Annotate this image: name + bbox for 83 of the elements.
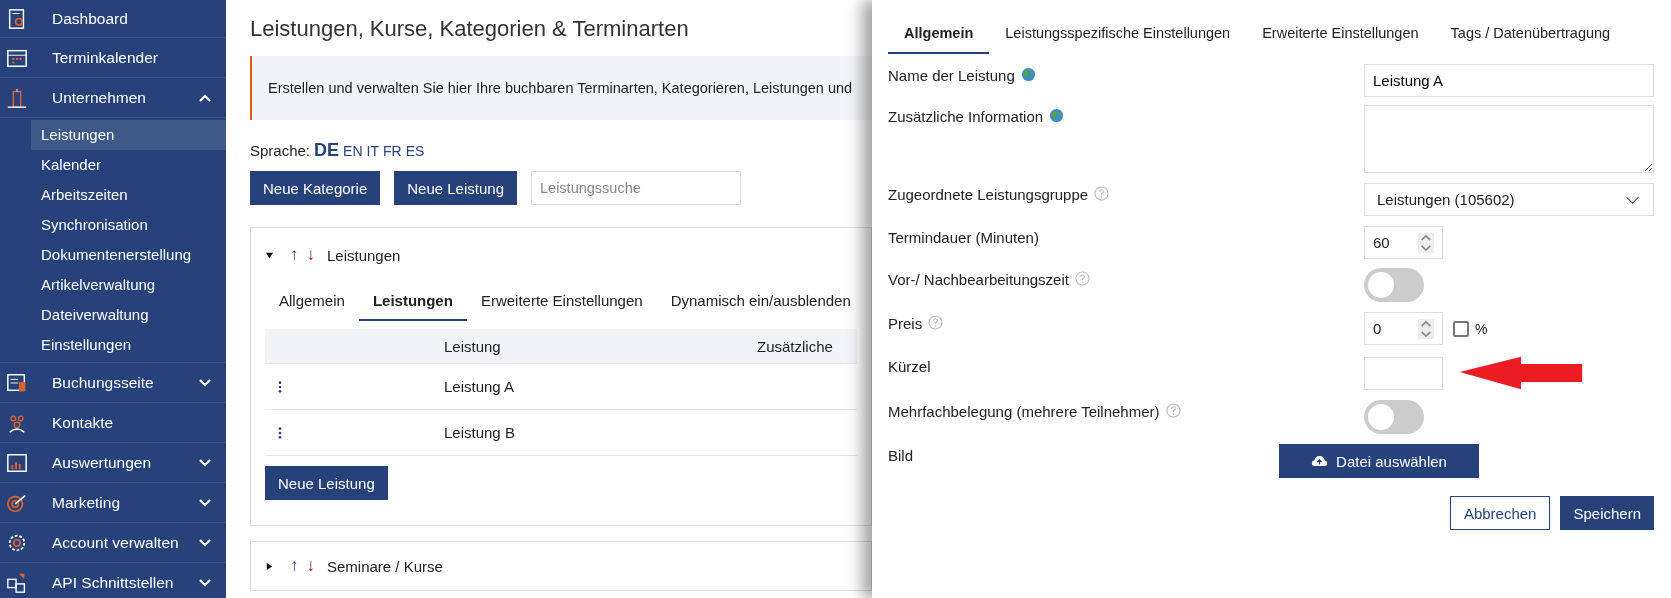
action-button[interactable]: Neue Kategorie [250, 171, 381, 205]
field-label: Preis [888, 315, 923, 332]
field-label: Zusätzliche Information [888, 108, 1044, 125]
action-button[interactable]: Neue Leistung [394, 171, 517, 205]
sidebar-item[interactable]: API Schnittstellen [0, 563, 226, 598]
info-banner: Erstellen und verwalten Sie hier Ihre buchbaren Terminarten, Kategorieren, Leistungen und [250, 56, 872, 120]
language-label: Sprache: [250, 142, 311, 159]
language-link[interactable]: IT [366, 143, 379, 159]
field-label: Bild [888, 447, 913, 464]
spinner-icon[interactable] [1418, 318, 1434, 339]
sidebar-item[interactable]: Kontakte [0, 403, 226, 443]
sidebar-item[interactable]: Buchungsseite [0, 363, 226, 403]
add-button[interactable]: Neue Leistung [265, 466, 388, 500]
section-title: Leistungen [327, 246, 401, 264]
more-icon[interactable] [278, 426, 282, 439]
checkbox-label: % [1475, 320, 1488, 337]
sidebar-item[interactable]: Auswertungen [0, 443, 226, 483]
expand-icon[interactable] [265, 561, 274, 571]
language-link[interactable]: FR [382, 143, 402, 159]
field-label: Mehrfachbelegung (mehrere Teilnehmer) [888, 403, 1160, 420]
tab[interactable]: Leistungsspezifische Einstellungen [989, 16, 1247, 54]
sidebar-item[interactable]: Dashboard [0, 0, 226, 38]
language-link[interactable]: ES [405, 143, 425, 159]
move-up-link[interactable]: ↑ [290, 245, 299, 265]
language-link[interactable]: EN [343, 143, 363, 159]
help-icon[interactable] [1074, 271, 1090, 286]
sidebar-subitem[interactable]: Synchronisation [31, 210, 226, 240]
language-link[interactable]: DE [314, 140, 340, 161]
text-field[interactable]: Leistung A [1364, 64, 1654, 97]
number-field[interactable]: 0 [1364, 312, 1443, 345]
checkbox[interactable] [1453, 320, 1469, 337]
sidebar-subitem[interactable]: Arbeitszeiten [31, 180, 226, 210]
field-label: Kürzel [888, 358, 931, 375]
table-cell-text: Leistung A [444, 378, 516, 395]
toggle-switch[interactable] [1364, 400, 1424, 434]
help-icon[interactable] [1094, 186, 1110, 201]
field-label: Termindauer (Minuten) [888, 229, 1039, 246]
search-field[interactable]: Leistungssuche [531, 171, 741, 205]
move-down-link[interactable]: ↓ [306, 556, 315, 576]
help-icon[interactable] [928, 315, 944, 330]
chart-icon [6, 451, 28, 474]
help-icon[interactable] [1165, 403, 1181, 418]
spinner-icon[interactable] [1418, 232, 1434, 253]
tab[interactable]: Tags / Datenübertragung [1434, 16, 1627, 54]
toggle-switch[interactable] [1364, 268, 1424, 302]
more-icon[interactable] [278, 380, 282, 393]
upload-button[interactable]: Datei auswählen [1279, 444, 1479, 478]
field-label: Zugeordnete Leistungsgruppe [888, 186, 1089, 203]
tab[interactable]: Allgemein [888, 16, 990, 54]
text-area[interactable] [1364, 105, 1654, 173]
sidebar-item[interactable]: Terminkalender [0, 38, 226, 78]
footer-button[interactable]: Speichern [1560, 496, 1654, 530]
sidebar-item[interactable]: Account verwalten [0, 523, 226, 563]
section-title: Seminare / Kurse [327, 557, 443, 575]
upload-icon [1311, 455, 1329, 467]
tab[interactable]: Leistungen [358, 284, 467, 321]
text-field[interactable] [1364, 356, 1443, 390]
move-up-link[interactable]: ↑ [290, 556, 299, 576]
layout-icon [6, 371, 28, 394]
tab[interactable]: Allgemein [265, 284, 359, 321]
dropdown[interactable]: Leistungen (105602) [1364, 183, 1654, 216]
sidebar-subitem[interactable]: Artikelverwaltung [31, 270, 226, 300]
move-down-link[interactable]: ↓ [306, 245, 315, 265]
sidebar-subitem[interactable]: Dokumentenerstellung [31, 240, 226, 270]
tab[interactable]: Erweiterte Einstellungen [466, 284, 657, 321]
table-cell-text: Leistung B [444, 424, 516, 441]
sidebar-item[interactable]: Unternehmen [0, 78, 226, 118]
building-icon [6, 86, 28, 109]
footer-button[interactable]: Abbrechen [1449, 496, 1551, 530]
number-field[interactable]: 60 [1364, 226, 1443, 259]
sidebar-subitem[interactable]: Einstellungen [31, 330, 226, 360]
column-header: Leistung [444, 337, 502, 355]
expand-icon[interactable] [265, 250, 274, 260]
tab[interactable]: Dynamisch ein/ausblenden [656, 284, 865, 321]
sidebar-subitem[interactable]: Kalender [31, 150, 226, 180]
page-title: Leistungen, Kurse, Kategorien & Terminarten [250, 16, 690, 42]
column-header: Zusätzliche [757, 337, 833, 355]
sidebar-subitem[interactable]: Leistungen [31, 120, 226, 150]
field-label: Vor-/ Nachbearbeitungszeit [888, 271, 1069, 288]
tab[interactable]: Erweiterte Einstellungen [1246, 16, 1435, 54]
sidebar-item[interactable]: Marketing [0, 483, 226, 523]
sidebar-subitem[interactable]: Dateiverwaltung [31, 300, 226, 330]
field-label: Name der Leistung [888, 67, 1015, 84]
